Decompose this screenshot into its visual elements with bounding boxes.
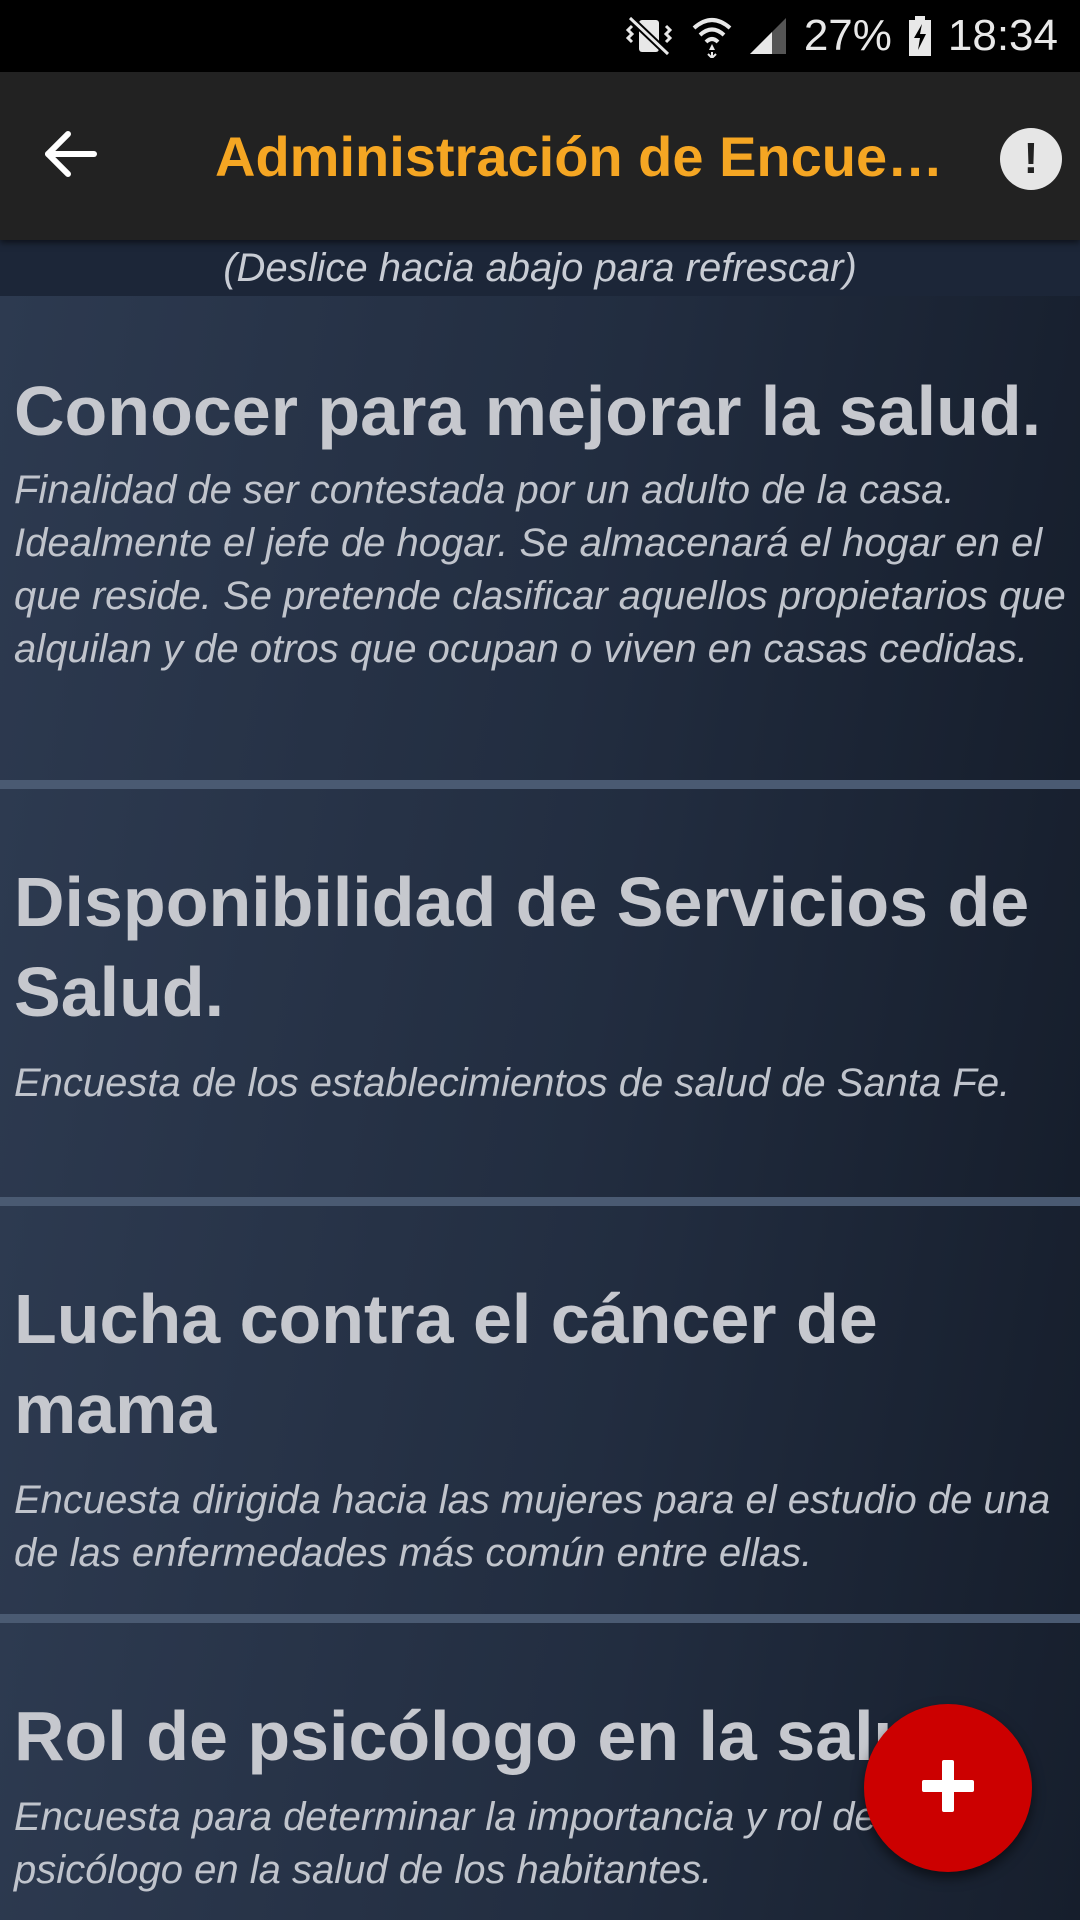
survey-title: Lucha contra el cáncer de mama bbox=[14, 1280, 878, 1448]
refresh-hint: (Deslice hacia abajo para refrescar) bbox=[0, 240, 1080, 296]
survey-card[interactable]: Disponibilidad de Servicios de Salud. En… bbox=[0, 789, 1080, 1206]
survey-list: Conocer para mejorar la salud. Finalidad… bbox=[0, 296, 1080, 1920]
alert-button[interactable]: ! bbox=[1000, 128, 1062, 190]
clock: 18:34 bbox=[947, 11, 1058, 60]
survey-description: Finalidad de ser contestada por un adult… bbox=[14, 468, 1066, 671]
plus-icon bbox=[918, 1756, 978, 1821]
survey-title: Disponibilidad de Servicios de Salud. bbox=[14, 863, 1030, 1031]
battery-charging-icon bbox=[908, 16, 932, 56]
status-icons: 27% 18:34 bbox=[622, 0, 1058, 72]
survey-card[interactable]: Conocer para mejorar la salud. Finalidad… bbox=[0, 296, 1080, 789]
add-survey-button[interactable] bbox=[864, 1704, 1032, 1872]
page-title: Administración de Encuestas bbox=[215, 125, 955, 188]
battery-percent: 27% bbox=[803, 11, 892, 60]
survey-title: Conocer para mejorar la salud. bbox=[14, 372, 1042, 450]
status-bar: 27% 18:34 bbox=[0, 0, 1080, 72]
screen: 27% 18:34 Administración de Encuestas ! … bbox=[0, 0, 1080, 1920]
arrow-back-icon bbox=[42, 130, 98, 183]
back-button[interactable] bbox=[30, 116, 110, 196]
survey-description: Encuesta de los establecimientos de salu… bbox=[14, 1061, 1011, 1105]
exclamation-icon: ! bbox=[1023, 134, 1039, 183]
survey-description: Encuesta dirigida hacia las mujeres para… bbox=[14, 1478, 1051, 1575]
vibrate-muted-icon bbox=[622, 14, 676, 58]
app-bar: Administración de Encuestas ! bbox=[0, 72, 1080, 240]
signal-icon bbox=[748, 16, 788, 56]
wifi-icon bbox=[692, 14, 732, 58]
survey-card[interactable]: Lucha contra el cáncer de mama Encuesta … bbox=[0, 1206, 1080, 1623]
